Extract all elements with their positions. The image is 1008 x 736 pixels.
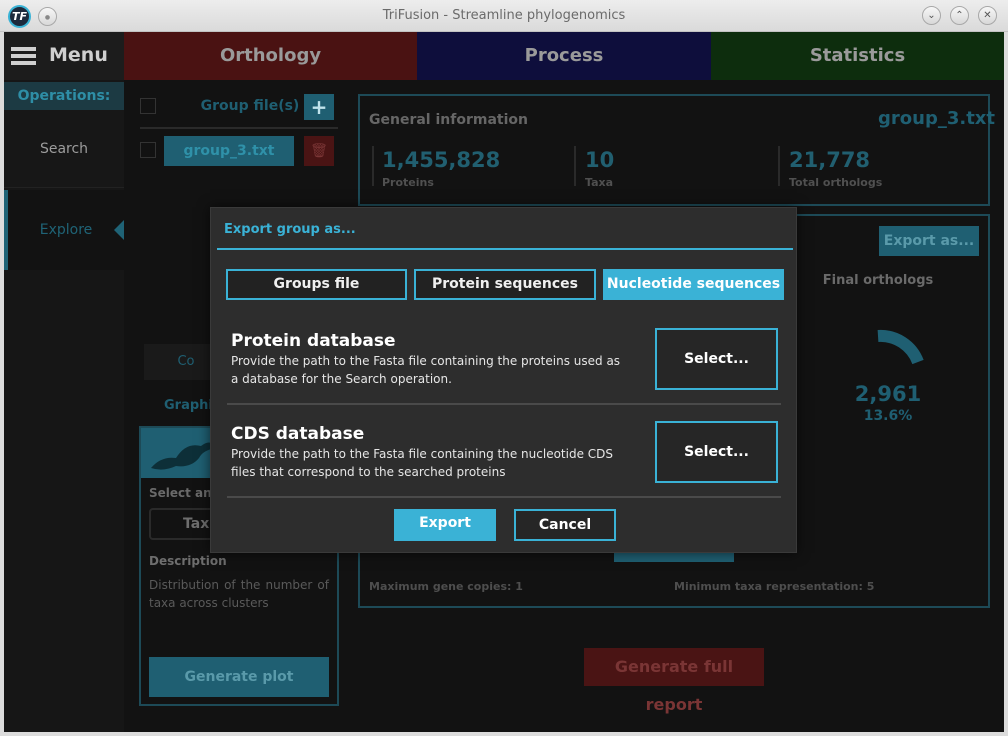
chevron-down-icon: ⌄ bbox=[927, 10, 936, 21]
cds-database-select-button[interactable]: Select... bbox=[655, 421, 778, 483]
minimize-button[interactable]: ⌄ bbox=[922, 6, 941, 25]
window-title: TriFusion - Streamline phylogenomics bbox=[382, 8, 626, 23]
groups-file-option[interactable]: Groups file bbox=[226, 269, 407, 300]
cds-database-description: Provide the path to the Fasta file conta… bbox=[231, 447, 614, 479]
protein-database-title: Protein database bbox=[231, 331, 396, 351]
export-button[interactable]: Export bbox=[394, 509, 496, 541]
divider bbox=[227, 496, 781, 498]
chevron-up-icon: ⌃ bbox=[955, 10, 964, 21]
nucleotide-sequences-option[interactable]: Nucleotide sequences bbox=[603, 269, 784, 300]
export-dialog: Export group as... Groups file Protein s… bbox=[210, 207, 797, 553]
protein-database-select-button[interactable]: Select... bbox=[655, 328, 778, 390]
maximize-button[interactable]: ⌃ bbox=[950, 6, 969, 25]
divider bbox=[227, 403, 781, 405]
close-icon: ✕ bbox=[983, 10, 992, 21]
close-button[interactable]: ✕ bbox=[978, 6, 997, 25]
cancel-button[interactable]: Cancel bbox=[514, 509, 616, 541]
dialog-title: Export group as... bbox=[224, 222, 356, 237]
cds-database-title: CDS database bbox=[231, 424, 365, 444]
protein-sequences-option[interactable]: Protein sequences bbox=[414, 269, 596, 300]
protein-database-description: Provide the path to the Fasta file conta… bbox=[231, 354, 621, 386]
app-client: Menu Orthology Process Statistics Operat… bbox=[4, 32, 1004, 732]
dialog-title-rule bbox=[217, 248, 793, 250]
